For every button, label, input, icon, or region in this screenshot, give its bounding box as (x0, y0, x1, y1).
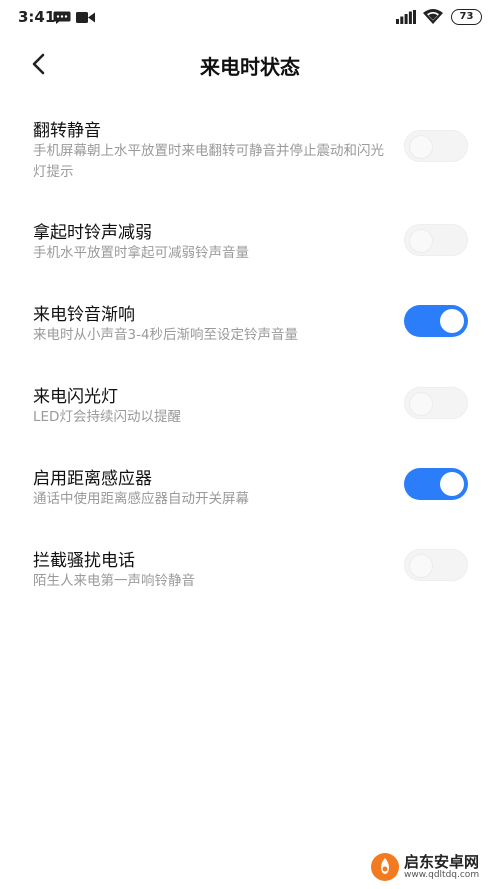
setting-title: 来电铃音渐响 (33, 305, 135, 325)
toggle-knob (409, 135, 433, 159)
toggle-knob (409, 229, 433, 253)
status-time: 3:41 (18, 8, 56, 26)
toggle-knob (409, 554, 433, 578)
watermark-name: 启东安卓网 (404, 853, 480, 871)
message-icon (53, 11, 71, 24)
setting-description: 来电时从小声音3-4秒后渐响至设定铃声音量 (33, 327, 299, 343)
toggle-switch[interactable] (404, 130, 468, 162)
setting-title: 启用距离感应器 (33, 469, 152, 489)
watermark-url: www.qdltdq.com (404, 870, 480, 880)
header: 来电时状态 (0, 34, 500, 94)
setting-description: LED灯会持续闪动以提醒 (33, 409, 181, 425)
setting-block-spam-calls[interactable]: 拦截骚扰电话 陌生人来电第一声响铃静音 (0, 546, 500, 606)
setting-title: 拦截骚扰电话 (33, 551, 135, 571)
toggle-knob (440, 309, 464, 333)
setting-title: 来电闪光灯 (33, 387, 118, 407)
toggle-switch[interactable] (404, 224, 468, 256)
setting-ring-fade-in[interactable]: 来电铃音渐响 来电时从小声音3-4秒后渐响至设定铃声音量 (0, 300, 500, 360)
toggle-knob (409, 392, 433, 416)
toggle-knob (440, 472, 464, 496)
status-bar: 3:41 73 (0, 0, 500, 34)
page-title: 来电时状态 (200, 55, 300, 79)
battery-indicator: 73 (451, 9, 482, 25)
toggle-switch[interactable] (404, 468, 468, 500)
setting-pickup-lower-volume[interactable]: 拿起时铃声减弱 手机水平放置时拿起可减弱铃声音量 (0, 218, 500, 278)
toggle-switch[interactable] (404, 387, 468, 419)
toggle-switch[interactable] (404, 305, 468, 337)
setting-title: 拿起时铃声减弱 (33, 223, 152, 243)
video-icon (76, 12, 95, 23)
wifi-icon (423, 9, 443, 24)
setting-flash-alert[interactable]: 来电闪光灯 LED灯会持续闪动以提醒 (0, 382, 500, 442)
setting-title: 翻转静音 (33, 121, 101, 141)
watermark: 启东安卓网 www.qdltdq.com (370, 850, 495, 885)
signal-icon (396, 10, 416, 24)
setting-description: 通话中使用距离感应器自动开关屏幕 (33, 491, 249, 507)
setting-description: 陌生人来电第一声响铃静音 (33, 573, 195, 589)
setting-description: 手机屏幕朝上水平放置时来电翻转可静音并停止震动和闪光灯提示 (33, 143, 384, 180)
toggle-switch[interactable] (404, 549, 468, 581)
setting-proximity-sensor[interactable]: 启用距离感应器 通话中使用距离感应器自动开关屏幕 (0, 464, 500, 524)
setting-description: 手机水平放置时拿起可减弱铃声音量 (33, 245, 249, 261)
setting-flip-silence[interactable]: 翻转静音 手机屏幕朝上水平放置时来电翻转可静音并停止震动和闪光灯提示 (0, 116, 500, 196)
watermark-logo-icon (371, 853, 399, 881)
